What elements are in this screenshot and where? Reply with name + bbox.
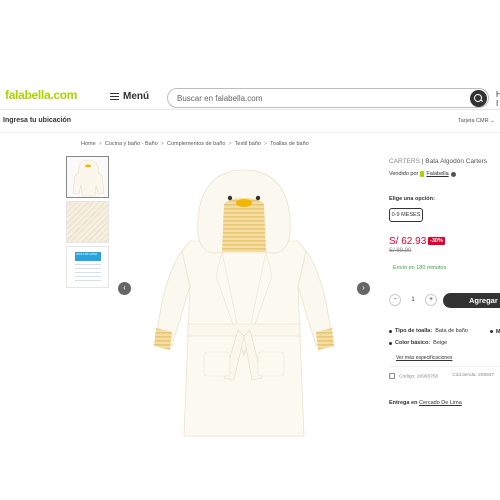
bullet [489,330,493,333]
old-price: S/ 89.90 [389,248,412,254]
breadcrumb-separator: > [263,141,268,147]
seller-link[interactable]: Falabella [426,171,448,177]
store-code: Cód.tienda: 209937 [452,373,495,378]
user-line-1: H [496,90,500,99]
sold-by-label: Vendido por [389,171,419,177]
product-main-image[interactable] [112,156,376,468]
care-label-text: SAVE FOR LATER [76,253,98,256]
quantity-increase-button[interactable]: + [425,294,437,306]
product-title: CARTERS | Bata Algodón Carters [389,158,488,165]
search-icon[interactable] [470,90,487,107]
product-code: Código: 20993758 [389,373,438,379]
spec-label: Tipo de toalla: [395,328,433,334]
breadcrumb-textil-bano[interactable]: Textil baño [235,141,261,147]
falabella-logo[interactable]: falabella.com [5,88,77,102]
spec-extra-marker: M [489,326,500,338]
care-label-lines [75,264,101,284]
delivery-location: Entrega en Cercado De Lima [389,400,462,406]
option-title: Elige una opción: [389,196,435,202]
image-prev-arrow-icon[interactable]: ‹ [118,282,131,295]
divider [389,366,500,367]
breadcrumb-separator: > [228,141,232,147]
barcode-icon [389,373,395,379]
sub-header [0,111,500,133]
quantity-stepper: - 1 + [389,294,437,306]
image-next-arrow-icon[interactable]: › [357,282,370,295]
add-to-cart-button[interactable]: Agregar a [443,293,500,308]
product-codes: Código: 20993758 Cód.tienda: 209937 [389,373,494,379]
more-specs-link[interactable]: Ver más especificaciones [396,355,452,361]
quantity-value[interactable]: 1 [401,297,425,303]
thumbnail-care-label[interactable]: SAVE FOR LATER [66,246,109,288]
product-code-text: Código: 20993758 [399,374,439,380]
breadcrumb-separator: > [160,141,165,147]
price: S/ 62.93 [389,236,427,247]
breadcrumb-toallas[interactable]: Toallas de baño [270,141,309,147]
menu-button[interactable]: Menú [110,91,149,102]
breadcrumb-complementos[interactable]: Complementos de baño [167,141,225,147]
cmr-card-dropdown[interactable]: Tarjeta CMR ⌄ [458,118,495,124]
user-account-link[interactable]: H I [496,90,500,108]
breadcrumb-home[interactable]: Home [81,141,96,147]
breadcrumb: Home > Cocina y baño - Baño > Complementos… [81,141,309,147]
size-option-0-9-meses[interactable]: 0-9 MESES [389,208,423,222]
logo-text: falabella [5,88,51,102]
bullet [389,330,392,333]
delivery-prefix: Entrega en [389,400,418,406]
search-bar [167,88,489,108]
delivery-location-link[interactable]: Cercado De Lima [419,400,462,406]
location-selector[interactable]: Ingresa tu ubicación [3,117,71,124]
spec-extra-label: M [495,329,500,335]
spec-value: Beige [433,340,448,346]
menu-label: Menú [123,91,150,102]
breadcrumb-separator: > [98,141,102,147]
product-brand[interactable]: CARTERS [389,158,420,165]
care-label-header: SAVE FOR LATER [75,252,101,261]
discount-badge: -30% [428,237,445,245]
delivery-time: Envío en 180 minutos [393,265,447,271]
thumbnail-fabric[interactable] [66,201,109,243]
spec-row: Tipo de toalla: Bata de baño M [389,326,500,338]
spec-value: Bata de baño [435,328,468,334]
specs-list: Tipo de toalla: Bata de baño M Color bás… [389,326,500,349]
sold-by: Vendido por Falabella [389,171,456,177]
user-line-2: I [496,99,499,108]
hamburger-icon [110,93,119,100]
product-name: Bata Algodón Carters [425,158,488,165]
spec-label: Color básico: [395,340,431,346]
search-input[interactable] [177,91,457,105]
seller-badge-icon [420,171,425,177]
bullet [389,342,392,345]
thumbnail-robe[interactable] [66,156,109,198]
breadcrumb-cocina-bano[interactable]: Cocina y baño - Baño [105,141,158,147]
info-icon[interactable] [450,171,456,177]
thumbnail-list: SAVE FOR LATER [66,156,109,291]
spec-row: Color básico: Beige [389,338,500,349]
quantity-decrease-button[interactable]: - [389,294,401,306]
logo-tld: .com [50,88,78,102]
